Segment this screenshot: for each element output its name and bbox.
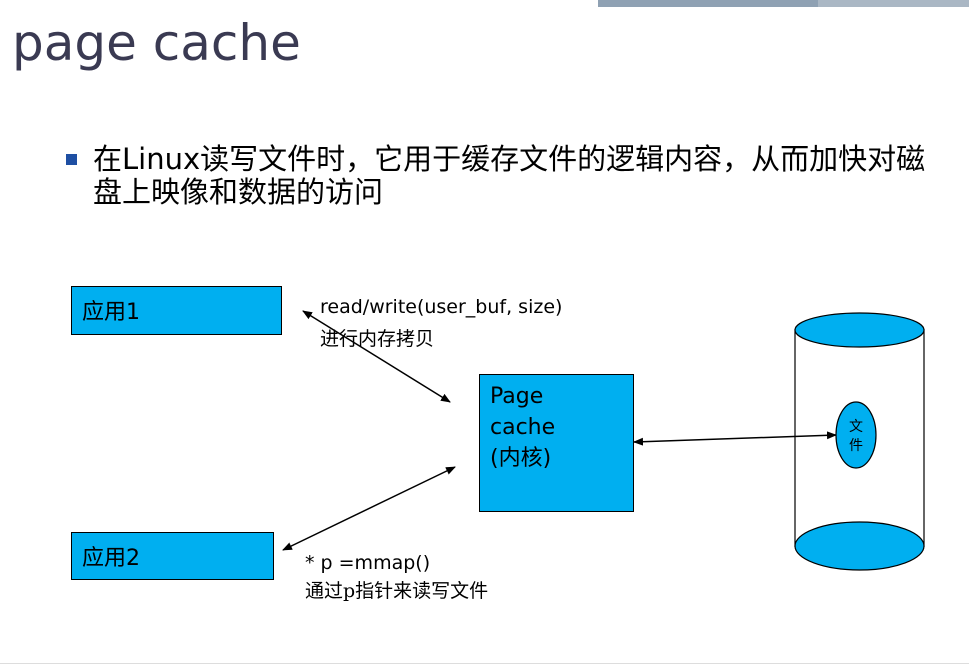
file-label-line-1: 文 bbox=[849, 419, 863, 435]
file-label-line-2: 件 bbox=[849, 438, 863, 454]
page-cache-line-1: Page bbox=[490, 384, 544, 409]
read-write-label: read/write(user_buf, size) bbox=[320, 296, 563, 318]
disk-bottom-cap bbox=[794, 521, 925, 571]
arrow-mmap bbox=[282, 466, 456, 551]
app2-box: 应用2 bbox=[71, 532, 274, 580]
arrow-cache-file bbox=[633, 431, 837, 446]
app2-label: 应用2 bbox=[82, 546, 140, 571]
mmap-label: * p =mmap() bbox=[305, 552, 431, 574]
file-label: 文 件 bbox=[836, 418, 876, 456]
page-cache-line-3: (内核) bbox=[490, 446, 552, 471]
disk-top-cap bbox=[794, 312, 925, 348]
page-cache-box: Page cache (内核) bbox=[479, 374, 634, 512]
app1-box: 应用1 bbox=[71, 286, 282, 335]
page-cache-line-2: cache bbox=[490, 415, 556, 440]
mmap-sublabel: 通过p指针来读写文件 bbox=[305, 580, 489, 602]
read-write-sublabel: 进行内存拷贝 bbox=[320, 328, 435, 350]
app1-label: 应用1 bbox=[82, 300, 140, 325]
bottom-divider bbox=[0, 663, 969, 664]
